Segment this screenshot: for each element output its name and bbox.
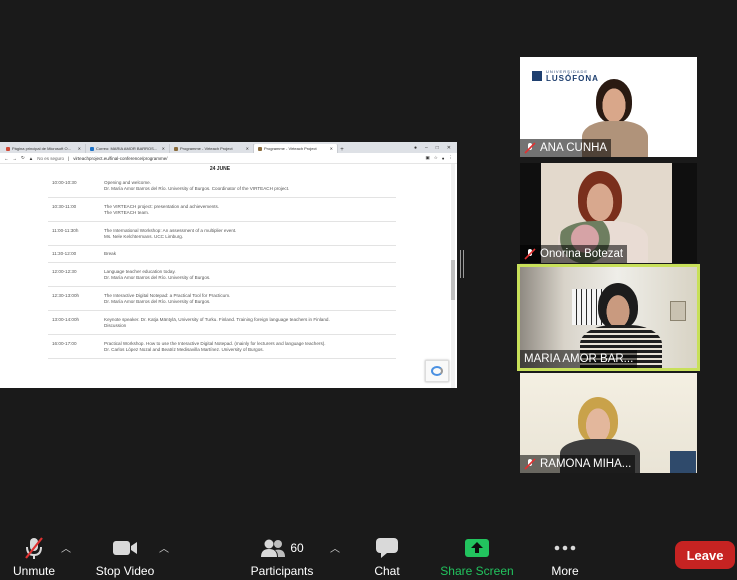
warning-icon: ▲ [28,155,34,161]
split-view-handle[interactable] [460,250,466,278]
table-row: 13:00-14:00h Keynote speaker. Dr. Katja … [48,311,396,335]
more-button[interactable]: More [548,536,582,578]
close-window-icon[interactable]: ✕ [447,145,451,151]
logo-mark-icon [532,71,542,81]
back-icon[interactable]: ← [4,156,9,161]
table-row: 12:00-12:30 Language teacher education t… [48,263,396,287]
chat-button[interactable]: Chat [370,536,404,578]
account-icon[interactable]: ● [442,156,445,161]
close-icon[interactable]: ✕ [78,146,81,151]
participant-nameplate: Onorina Botezat [520,245,628,263]
mic-muted-icon [524,248,536,260]
participant-video [578,171,622,225]
table-row: 10:00-10:30 Opening and welcome. Dr. Marí… [48,174,396,198]
video-tile[interactable]: Onorina Botezat [520,163,697,263]
meeting-toolbar: Unmute ︿ Stop Video ︿ 60 Participants ︿ … [0,530,737,580]
site-icon [258,146,262,151]
minimize-icon[interactable]: – [425,145,428,151]
video-tile[interactable]: RAMONA MIHA... [520,373,697,473]
mic-muted-icon [524,142,536,154]
office-icon [6,146,10,151]
browser-tab-active[interactable]: Programme - Virteach Project ✕ [254,144,338,153]
browser-tab[interactable]: Correo: MARIA AMOR BARROS... ✕ [86,144,170,153]
participant-name: ANA CUNHA [540,142,608,154]
forward-icon[interactable]: → [13,156,18,161]
star-icon[interactable]: ☆ [434,155,438,161]
table-row: 16:00-17:00 Practical Workshop. How to u… [48,335,396,359]
participant-nameplate: RAMONA MIHA... [520,455,636,473]
table-row: 10:30-11:00 The VIRTEACH project: presen… [48,198,396,222]
participant-video [578,397,618,443]
participant-nameplate: ANA CUNHA [520,139,612,157]
participants-count: 60 [290,541,304,555]
more-dots-icon [553,536,577,560]
reload-icon[interactable]: ↻ [21,155,25,161]
share-screen-button[interactable]: Share Screen [440,536,514,578]
scrollbar-thumb[interactable] [451,260,455,300]
security-label: No es seguro [37,155,65,161]
university-logo: UNIVERSIDADE LUSÓFONA [532,69,599,83]
recaptcha-icon [431,366,443,376]
translate-icon[interactable]: ▣ [425,155,429,161]
page-scrollbar[interactable] [451,164,455,388]
window-controls: ● – □ ✕ [414,142,457,153]
participant-nameplate: MARIA AMOR BAR... [520,350,638,368]
table-row: 12:30-13:00h The Interactive Digital Not… [48,287,396,311]
browser-tab-bar: Página principal de Microsoft O... ✕ Corr… [0,142,457,153]
maximize-icon[interactable]: □ [436,145,439,151]
share-screen-icon [464,536,490,560]
close-icon[interactable]: ✕ [162,146,165,151]
video-options-caret[interactable]: ︿ [159,540,169,555]
table-row: 11:30-12:00 Break [48,246,396,263]
participants-button[interactable]: 60 Participants [248,536,316,578]
participant-video [596,79,632,123]
divider: | [68,155,70,161]
url-field[interactable]: ▲ No es seguro | virteachproject.eu/fina… [29,156,422,161]
page-content: 24 JUNE 10:00-10:30 Opening and welcome.… [0,164,457,388]
participant-name: Onorina Botezat [540,248,624,260]
shared-screen[interactable]: Página principal de Microsoft O... ✕ Corr… [0,142,457,388]
address-bar: ← → ↻ ▲ No es seguro | virteachproject.e… [0,153,457,164]
furniture [670,451,696,473]
wall-poster [670,301,686,321]
close-icon[interactable]: ✕ [330,146,333,151]
unmute-button[interactable]: Unmute [10,536,58,578]
url-text: virteachproject.eu/final-conference/prog… [73,155,168,161]
participants-options-caret[interactable]: ︿ [330,540,340,555]
close-icon[interactable]: ✕ [246,146,249,151]
profile-icon[interactable]: ● [414,145,417,151]
browser-tab[interactable]: Programme - Virteach Project ✕ [170,144,254,153]
participant-name: MARIA AMOR BAR... [524,353,634,365]
video-camera-icon [112,536,138,560]
video-tile[interactable]: UNIVERSIDADE LUSÓFONA ANA CUNHA [520,57,697,157]
participant-name: RAMONA MIHA... [540,458,632,470]
outlook-icon [90,146,94,151]
recaptcha-badge[interactable] [425,360,449,382]
chat-bubble-icon [375,536,399,560]
mic-muted-icon [524,458,536,470]
participants-icon [261,539,286,557]
new-tab-button[interactable]: + [338,147,346,153]
video-tile-active-speaker[interactable]: MARIA AMOR BAR... [517,264,700,371]
table-row: 11:00-11:30h The International Workshop:… [48,222,396,246]
participant-video [598,283,638,329]
day-heading: 24 JUNE [209,166,231,172]
browser-tab[interactable]: Página principal de Microsoft O... ✕ [2,144,86,153]
audio-options-caret[interactable]: ︿ [61,540,71,555]
menu-icon[interactable]: ⋮ [449,155,454,161]
programme-table: 10:00-10:30 Opening and welcome. Dr. Marí… [48,174,396,359]
meeting-stage: Página principal de Microsoft O... ✕ Corr… [0,0,737,530]
site-icon [174,146,178,151]
leave-button[interactable]: Leave [675,541,735,569]
stop-video-button[interactable]: Stop Video [94,536,156,578]
mic-muted-icon [23,536,45,560]
